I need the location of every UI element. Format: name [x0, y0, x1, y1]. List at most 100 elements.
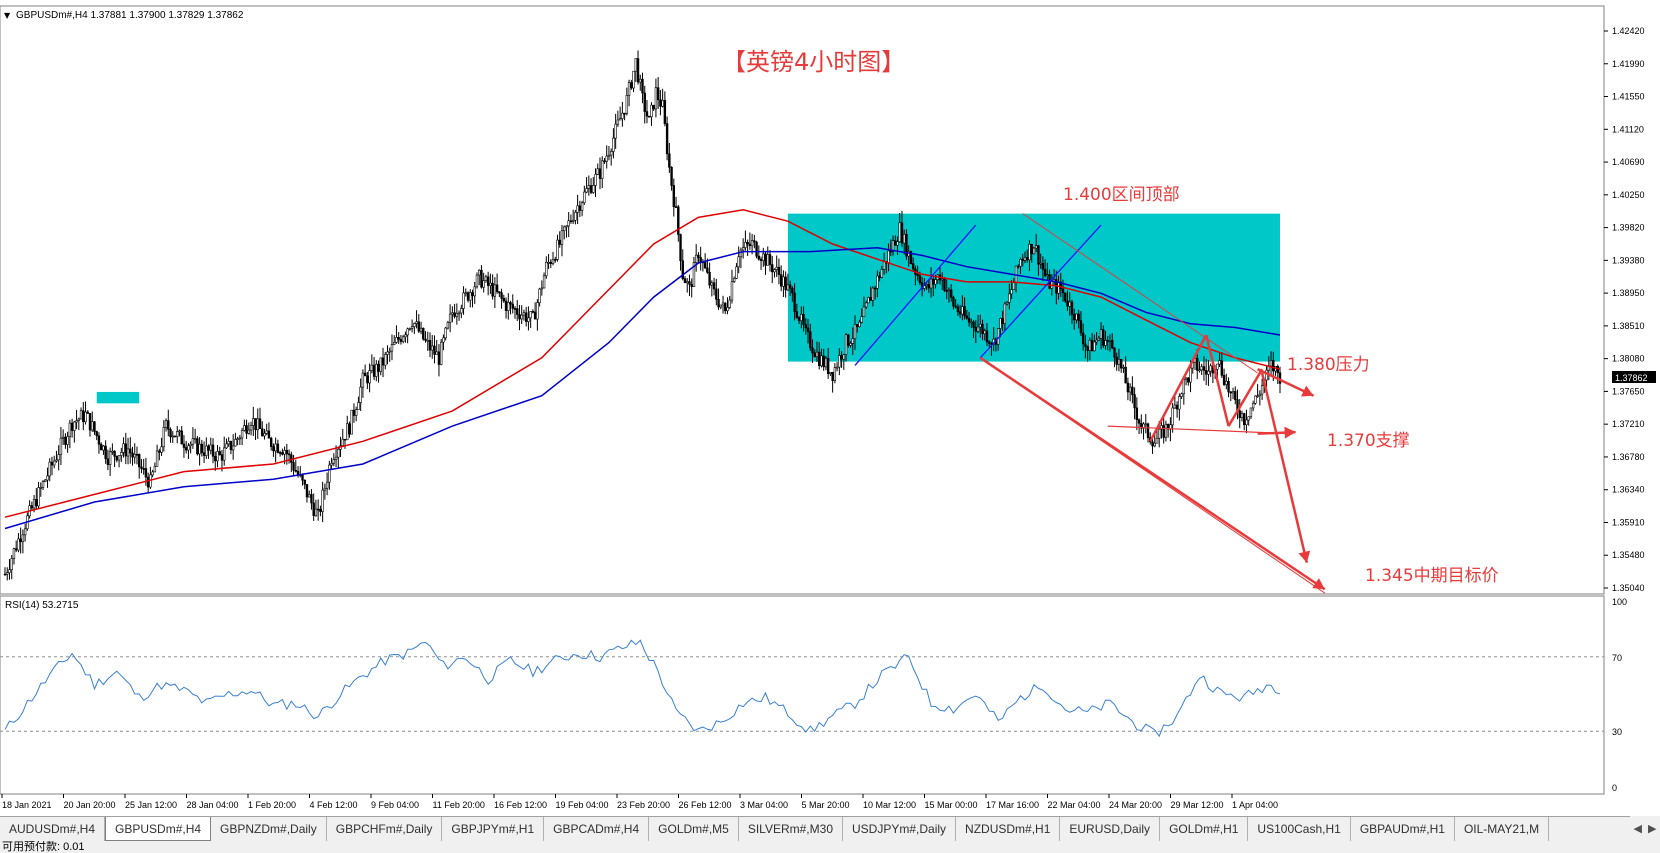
candle-body: [934, 279, 937, 285]
candle-body: [504, 300, 508, 311]
chart-tab[interactable]: EURUSD,Daily: [1060, 817, 1161, 841]
candle-body: [894, 240, 897, 246]
candle-body: [489, 282, 492, 286]
chart-tab[interactable]: GOLDm#,H1: [1160, 817, 1249, 841]
candle-body: [1124, 366, 1127, 384]
time-tick-label: 17 Mar 16:00: [986, 800, 1039, 810]
candle-body: [898, 222, 901, 243]
candle-body: [140, 466, 143, 469]
candle-body: [379, 357, 382, 372]
candle-body: [609, 151, 613, 156]
chart-tab[interactable]: OIL-MAY21,M: [1455, 817, 1550, 841]
candle-body: [1043, 269, 1047, 276]
candle-body: [99, 443, 103, 451]
chart-tab[interactable]: AUDUSDm#,H4: [0, 817, 106, 841]
candle-body: [1012, 282, 1016, 290]
candle-body: [8, 569, 11, 573]
chart-tab[interactable]: NZDUSDm#,H1: [956, 817, 1061, 841]
chart-tab[interactable]: SILVERm#,M30: [739, 817, 843, 841]
candle-body: [670, 166, 673, 186]
candle-body: [263, 433, 266, 437]
chart-tab[interactable]: GBPAUDm#,H1: [1351, 817, 1455, 841]
symbol-info: GBPUSDm#,H4 1.37881 1.37900 1.37829 1.37…: [16, 10, 244, 21]
candle-body: [1073, 314, 1076, 321]
support-annotation: 1.370支撑: [1327, 431, 1410, 451]
candle-body: [209, 444, 212, 451]
candle-body: [1133, 394, 1136, 409]
candle-body: [437, 351, 441, 365]
candle-body: [321, 489, 324, 512]
candle-body: [925, 284, 928, 286]
candle-body: [30, 505, 34, 509]
chart-tab[interactable]: GBPCHFm#,Daily: [327, 817, 443, 841]
candle-body: [160, 446, 163, 453]
candle-body: [889, 250, 892, 253]
candle-body: [115, 455, 119, 461]
candle-body: [511, 303, 514, 309]
candle-body: [612, 137, 615, 152]
chart-title-annotation: 【英镑4小时图】: [722, 48, 905, 76]
chart-tab[interactable]: GBPNZDm#,Daily: [211, 817, 327, 841]
candle-body: [388, 350, 391, 353]
chart-tab[interactable]: USDJPYm#,Daily: [843, 817, 957, 841]
candle-body: [1135, 407, 1139, 421]
chart-tab[interactable]: US100Cash,H1: [1248, 817, 1351, 841]
candle-body: [182, 443, 186, 448]
candle-body: [1037, 245, 1040, 265]
price-tick-label: 1.36780: [1612, 452, 1645, 462]
candle-body: [840, 355, 843, 360]
candle-body: [824, 358, 828, 368]
chart-tab[interactable]: GBPJPYm#,H1: [442, 817, 545, 841]
candle-body: [325, 481, 329, 489]
candle-body: [464, 292, 467, 294]
candle-body: [451, 312, 454, 315]
candle-body: [764, 253, 767, 266]
candle-body: [486, 276, 490, 286]
candle-body: [448, 313, 452, 323]
chart-tab[interactable]: GBPUSDm#,H4: [105, 817, 212, 841]
candle-body: [323, 487, 327, 491]
candle-body: [1057, 281, 1060, 294]
tab-scroll-right-icon[interactable]: ▶: [1648, 822, 1656, 835]
rsi-panel[interactable]: [0, 595, 1605, 795]
candle-body: [900, 222, 904, 244]
candle-body: [363, 372, 367, 377]
candle-body: [835, 366, 839, 369]
candle-body: [516, 308, 519, 315]
candle-body: [979, 323, 982, 328]
chart-tab[interactable]: GBPCADm#,H4: [544, 817, 650, 841]
candle-body: [473, 286, 476, 297]
candle-body: [384, 354, 387, 366]
tab-scroll-buttons[interactable]: ◀ ▶: [1630, 816, 1660, 840]
candle-body: [1229, 391, 1232, 394]
candle-body: [757, 255, 761, 260]
candle-body: [1231, 391, 1235, 394]
target-annotation: 1.345中期目标价: [1365, 566, 1499, 586]
candle-body: [151, 471, 154, 476]
candle-body: [697, 254, 700, 258]
candle-body: [50, 461, 54, 466]
candle-body: [294, 469, 297, 472]
price-tick-label: 1.41120: [1612, 124, 1644, 134]
candle-body: [404, 334, 407, 338]
candle-body: [32, 499, 36, 509]
trading-chart[interactable]: ▼ GBPUSDm#,H4 1.37881 1.37900 1.37829 1.…: [0, 0, 1660, 816]
candle-body: [1153, 442, 1156, 447]
chart-tab[interactable]: GOLDm#,M5: [649, 817, 739, 841]
candle-body: [1216, 363, 1219, 370]
collapse-triangle-icon[interactable]: ▼: [4, 11, 11, 20]
candle-body: [1256, 395, 1259, 397]
candle-body: [668, 153, 671, 168]
candle-body: [462, 292, 465, 309]
candle-body: [1034, 245, 1038, 249]
candle-body: [1081, 332, 1085, 345]
candle-body: [211, 444, 215, 457]
candle-body: [171, 435, 174, 438]
candle-body: [949, 289, 953, 298]
tab-scroll-left-icon[interactable]: ◀: [1634, 822, 1642, 835]
candle-body: [91, 421, 94, 431]
candle-body: [972, 321, 975, 328]
candle-body: [730, 281, 734, 301]
candle-body: [1077, 313, 1080, 321]
candle-body: [169, 429, 172, 438]
